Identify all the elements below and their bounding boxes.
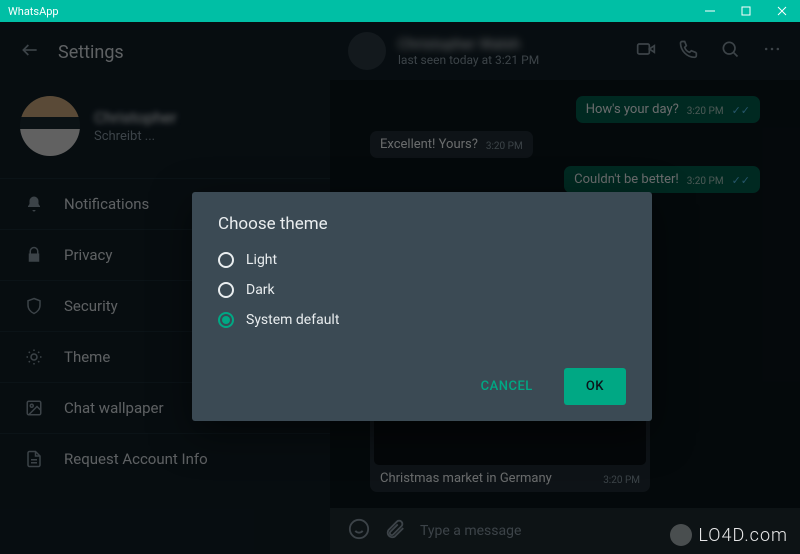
radio-icon <box>218 312 234 328</box>
titlebar: WhatsApp <box>0 0 800 22</box>
theme-option-light[interactable]: Light <box>218 252 626 268</box>
radio-icon <box>218 252 234 268</box>
theme-option-system[interactable]: System default <box>218 312 626 328</box>
globe-icon <box>670 524 692 546</box>
theme-option-dark[interactable]: Dark <box>218 282 626 298</box>
radio-label: Light <box>246 252 277 268</box>
maximize-button[interactable] <box>728 0 764 22</box>
radio-label: System default <box>246 312 339 328</box>
theme-options: Light Dark System default <box>218 252 626 328</box>
radio-label: Dark <box>246 282 275 298</box>
theme-modal: Choose theme Light Dark System default C… <box>192 192 652 421</box>
close-button[interactable] <box>764 0 800 22</box>
minimize-button[interactable] <box>692 0 728 22</box>
radio-icon <box>218 282 234 298</box>
ok-button[interactable]: OK <box>564 368 626 405</box>
app-body: Settings Christopher Schreibt ... Notifi… <box>0 22 800 554</box>
modal-title: Choose theme <box>218 214 626 234</box>
app-title: WhatsApp <box>8 5 59 18</box>
cancel-button[interactable]: CANCEL <box>458 368 556 405</box>
window-controls <box>692 0 800 22</box>
watermark-text: LO4D.com <box>698 525 788 546</box>
watermark: LO4D.com <box>670 524 788 546</box>
modal-actions: CANCEL OK <box>218 368 626 405</box>
